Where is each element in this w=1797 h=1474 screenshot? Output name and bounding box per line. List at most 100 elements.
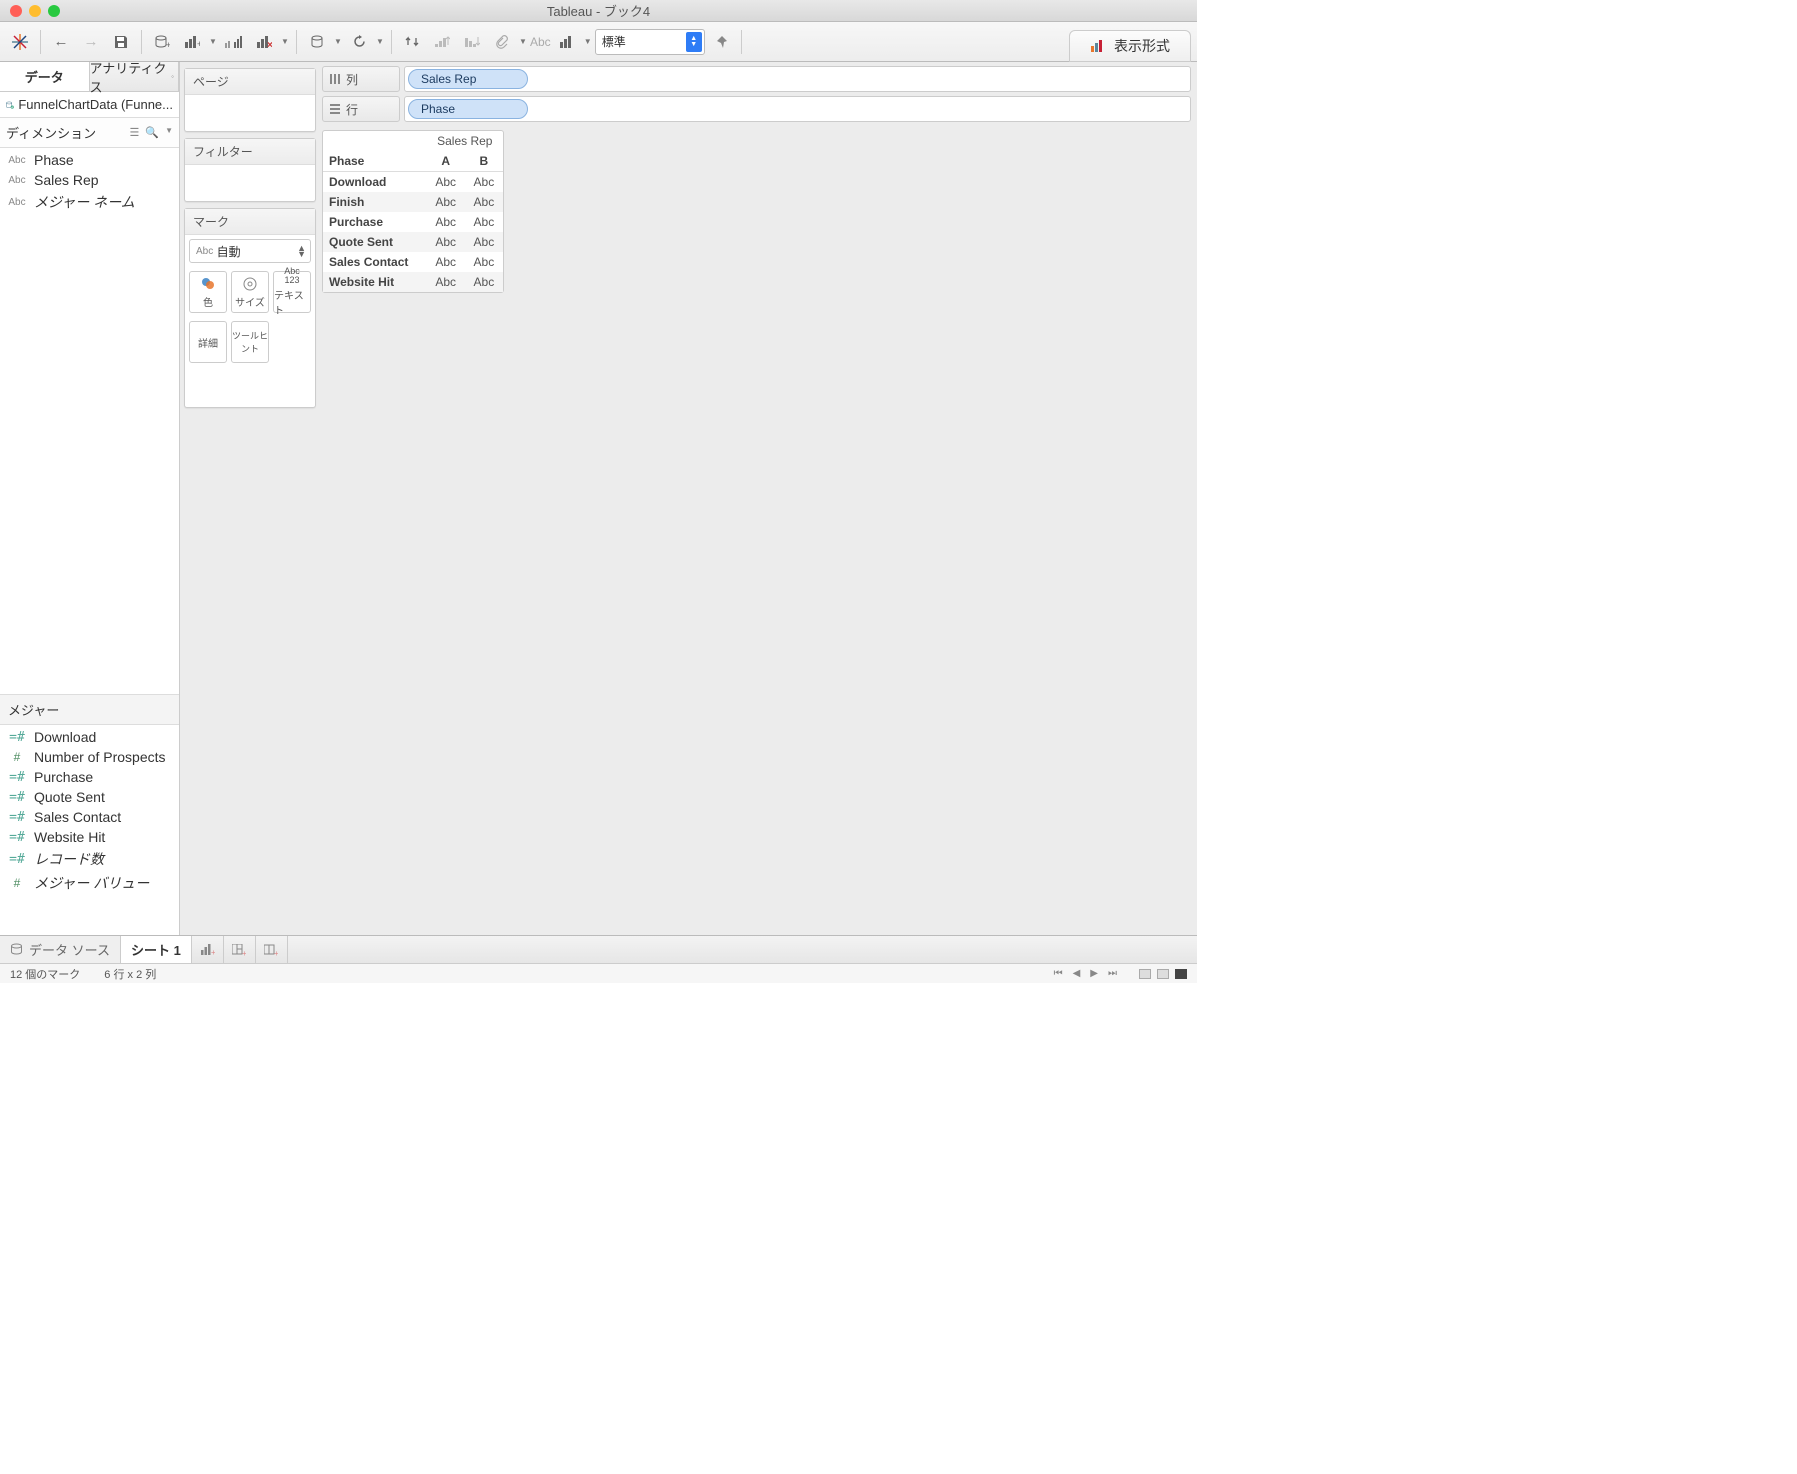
color-icon [200, 276, 216, 292]
svg-text:+: + [166, 40, 170, 50]
new-dashboard-button[interactable]: + [224, 936, 256, 963]
dimensions-header: ディメンション ☰ 🔍 ▼ [0, 118, 179, 148]
measure-item[interactable]: =#Purchase [0, 767, 179, 787]
size-icon [242, 276, 258, 292]
label-abc: Abc [530, 28, 551, 56]
svg-text:+: + [211, 948, 215, 956]
measures-list: =#Download#Number of Prospects=#Purchase… [0, 725, 179, 935]
pages-shelf[interactable] [185, 95, 315, 131]
nav-prev-icon[interactable]: ◀ [1071, 968, 1083, 979]
refresh-button[interactable] [345, 28, 373, 56]
svg-text:+: + [274, 949, 278, 956]
text-icon: Abc123 [284, 267, 300, 285]
datasource-label: FunnelChartData (Funne... [18, 97, 173, 112]
rows-icon [329, 103, 341, 115]
toolbar: ← → + + ▼ × ▼ ▼ ▼ ▼ Abc ▼ 標準 ▲▼ [0, 22, 1197, 62]
nav-last-icon[interactable]: ⏭ [1106, 968, 1119, 979]
measure-item[interactable]: =#レコード数 [0, 847, 179, 871]
window-titlebar: Tableau - ブック4 [0, 0, 1197, 22]
cards-column: ページ フィルター マーク Abc 自動 ▲▼ 色 [180, 62, 320, 935]
duplicate-sheet-button[interactable] [220, 28, 248, 56]
auto-update-button[interactable] [303, 28, 331, 56]
svg-text:+: + [242, 949, 246, 956]
datasource-item[interactable]: FunnelChartData (Funne... [0, 92, 179, 118]
view-grid-icon[interactable] [1139, 969, 1151, 979]
marks-text[interactable]: Abc123 テキスト [273, 271, 311, 313]
marks-color[interactable]: 色 [189, 271, 227, 313]
viz-crosstab[interactable]: Sales RepPhaseABDownloadAbcAbcFinishAbcA… [322, 130, 504, 293]
datasource-tab-icon [10, 943, 23, 956]
tab-sheet-1[interactable]: シート 1 [121, 936, 192, 963]
sort-desc-button[interactable] [458, 28, 486, 56]
dimension-item[interactable]: Abcメジャー ネーム [0, 190, 179, 214]
view-list-icon[interactable]: ☰ [130, 126, 140, 139]
refresh-dropdown[interactable]: ▼ [375, 37, 385, 46]
search-icon[interactable]: 🔍 [145, 126, 159, 139]
new-worksheet-dropdown[interactable]: ▼ [208, 37, 218, 46]
columns-icon [329, 73, 341, 85]
clear-sheet-dropdown[interactable]: ▼ [280, 37, 290, 46]
pin-button[interactable] [707, 28, 735, 56]
tab-data[interactable]: データ [0, 62, 90, 91]
swap-button[interactable] [398, 28, 426, 56]
status-marks: 12 個のマーク [10, 966, 80, 982]
columns-shelf[interactable]: Sales Rep [404, 66, 1191, 92]
measure-item[interactable]: =#Quote Sent [0, 787, 179, 807]
new-worksheet-button[interactable]: + [178, 28, 206, 56]
marks-shelf[interactable] [185, 367, 315, 407]
datasource-icon [6, 98, 14, 112]
undo-button[interactable]: ← [47, 28, 75, 56]
status-bar: 12 個のマーク 6 行 x 2 列 ⏮ ◀ ▶ ⏭ [0, 963, 1197, 983]
marks-card: マーク Abc 自動 ▲▼ 色 サイズ Abc123 [184, 208, 316, 408]
auto-update-dropdown[interactable]: ▼ [333, 37, 343, 46]
redo-button[interactable]: → [77, 28, 105, 56]
new-story-button[interactable]: + [256, 936, 288, 963]
save-button[interactable] [107, 28, 135, 56]
measure-item[interactable]: =#Download [0, 727, 179, 747]
marks-detail[interactable]: 詳細 [189, 321, 227, 363]
pages-card: ページ [184, 68, 316, 132]
window-close[interactable] [10, 5, 22, 17]
fit-select[interactable]: 標準 ▲▼ [595, 29, 705, 55]
nav-first-icon[interactable]: ⏮ [1052, 968, 1065, 979]
new-sheet-button[interactable]: + [192, 936, 224, 963]
mark-type-select[interactable]: Abc 自動 ▲▼ [189, 239, 311, 263]
tableau-logo-icon[interactable] [6, 28, 34, 56]
clear-sheet-button[interactable]: × [250, 28, 278, 56]
filters-shelf[interactable] [185, 165, 315, 201]
attach-button[interactable] [488, 28, 516, 56]
show-me-button[interactable]: 表示形式 [1069, 30, 1191, 62]
menu-dropdown-icon[interactable]: ▼ [165, 126, 173, 139]
tab-datasource[interactable]: データ ソース [0, 936, 121, 963]
tab-analytics[interactable]: アナリティクス◦ [90, 62, 180, 91]
totals-button[interactable] [553, 28, 581, 56]
marks-tooltip[interactable]: ツールヒント [231, 321, 269, 363]
view-slide-icon[interactable] [1175, 969, 1187, 979]
measure-item[interactable]: #Number of Prospects [0, 747, 179, 767]
window-maximize[interactable] [48, 5, 60, 17]
window-title: Tableau - ブック4 [547, 1, 650, 20]
new-datasource-button[interactable]: + [148, 28, 176, 56]
marks-size[interactable]: サイズ [231, 271, 269, 313]
sort-asc-button[interactable] [428, 28, 456, 56]
pill-phase[interactable]: Phase [408, 99, 528, 119]
totals-dropdown[interactable]: ▼ [583, 37, 593, 46]
show-me-label: 表示形式 [1114, 36, 1170, 56]
measure-item[interactable]: =#Website Hit [0, 827, 179, 847]
columns-shelf-label: 列 [322, 66, 400, 92]
measure-item[interactable]: #メジャー バリュー [0, 871, 179, 895]
view-filmstrip-icon[interactable] [1157, 969, 1169, 979]
window-minimize[interactable] [29, 5, 41, 17]
rows-shelf[interactable]: Phase [404, 96, 1191, 122]
dimension-item[interactable]: AbcPhase [0, 150, 179, 170]
measures-header: メジャー [0, 694, 179, 725]
status-dims: 6 行 x 2 列 [104, 966, 156, 982]
pill-sales-rep[interactable]: Sales Rep [408, 69, 528, 89]
nav-next-icon[interactable]: ▶ [1088, 968, 1100, 979]
workspace: 列 Sales Rep 行 Phase Sales RepPhaseABDown… [320, 62, 1197, 935]
dimension-item[interactable]: AbcSales Rep [0, 170, 179, 190]
attach-dropdown[interactable]: ▼ [518, 37, 528, 46]
sheet-tabs: データ ソース シート 1 + + + [0, 935, 1197, 963]
dimensions-list: AbcPhaseAbcSales RepAbcメジャー ネーム [0, 148, 179, 216]
measure-item[interactable]: =#Sales Contact [0, 807, 179, 827]
